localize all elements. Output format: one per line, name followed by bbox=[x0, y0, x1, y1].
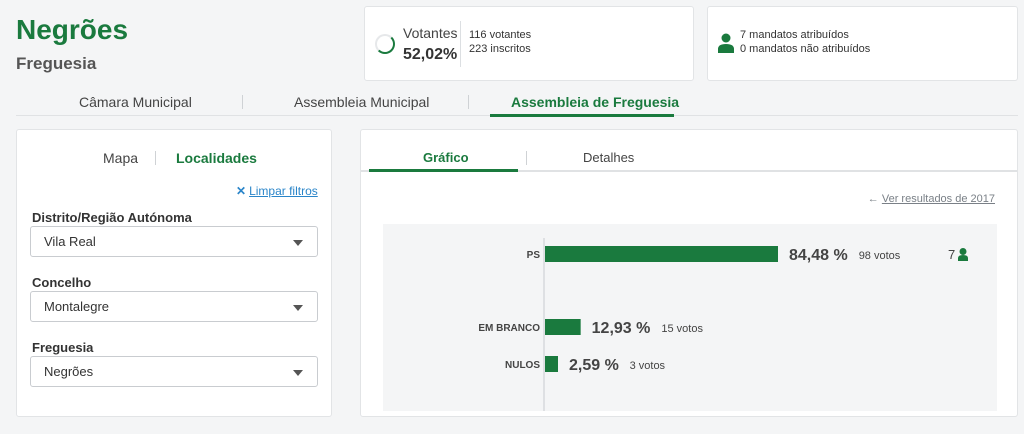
tab-camara-municipal[interactable]: Câmara Municipal bbox=[79, 94, 192, 110]
bar bbox=[545, 356, 558, 372]
votantes-count: 116 votantes bbox=[469, 29, 532, 41]
freguesia-label: Freguesia bbox=[32, 340, 94, 355]
tab-detalhes[interactable]: Detalhes bbox=[583, 150, 634, 165]
votantes-label: Votantes bbox=[403, 25, 458, 41]
distrito-label: Distrito/Região Autónoma bbox=[32, 210, 192, 225]
bar-votes-label: 3 votos bbox=[630, 360, 666, 372]
votantes-percent: 52,02% bbox=[403, 46, 458, 63]
tab-grafico[interactable]: Gráfico bbox=[423, 150, 469, 165]
previous-results-link[interactable]: ← Ver resultados de 2017 bbox=[868, 193, 995, 205]
bar-value-label: 84,48 % bbox=[789, 247, 848, 264]
tab-separator bbox=[468, 95, 469, 109]
bar-value-label: 2,59 % bbox=[569, 357, 619, 374]
arrow-left-icon: ← bbox=[867, 193, 882, 205]
mandatos-atribuidos: 7 mandatos atribuídos bbox=[740, 29, 849, 41]
tab-localidades[interactable]: Localidades bbox=[176, 150, 257, 166]
inscritos-count: 223 inscritos bbox=[469, 43, 531, 55]
page-subtitle: Freguesia bbox=[16, 54, 97, 73]
divider bbox=[460, 21, 461, 67]
main-tab-bar: Câmara Municipal Assembleia Municipal As… bbox=[16, 88, 1018, 116]
bar bbox=[545, 319, 581, 335]
clear-filters-link[interactable]: ✕ Limpar filtros bbox=[236, 184, 318, 198]
concelho-select[interactable]: Montalegre bbox=[30, 291, 318, 322]
x-icon: ✕ bbox=[236, 184, 247, 198]
bar-value-label: 12,93 % bbox=[592, 320, 651, 337]
results-panel: Gráfico Detalhes ← Ver resultados de 201… bbox=[360, 129, 1018, 417]
bar-category-label: EM BRANCO bbox=[478, 323, 540, 334]
page-title: Negrões bbox=[16, 14, 129, 45]
results-chart: PS 84,48 % 98 votos 7 EM BRANCO 12,93 % 15 vot… bbox=[383, 224, 997, 411]
concelho-value: Montalegre bbox=[44, 299, 110, 314]
tab-separator bbox=[242, 95, 243, 109]
mandatos-card: 7 mandatos atribuídos 0 mandatos não atr… bbox=[707, 6, 1018, 81]
clear-filters-label: Limpar filtros bbox=[249, 184, 318, 198]
bar-mandates-count: 7 bbox=[948, 247, 955, 262]
person-icon bbox=[958, 248, 968, 261]
active-tab-indicator bbox=[369, 169, 518, 172]
tab-separator bbox=[526, 151, 527, 165]
participation-ring-icon bbox=[375, 34, 395, 54]
active-tab-indicator bbox=[490, 114, 674, 117]
bar bbox=[545, 246, 778, 262]
distrito-value: Vila Real bbox=[44, 234, 96, 249]
caret-down-icon bbox=[293, 305, 303, 311]
freguesia-select[interactable]: Negrões bbox=[30, 356, 318, 387]
distrito-select[interactable]: Vila Real bbox=[30, 226, 318, 257]
concelho-label: Concelho bbox=[32, 275, 92, 290]
caret-down-icon bbox=[293, 240, 303, 246]
person-icon bbox=[718, 33, 734, 53]
bar-category-label: NULOS bbox=[505, 360, 540, 371]
results-chart-svg: PS 84,48 % 98 votos 7 EM BRANCO 12,93 % 15 vot… bbox=[478, 238, 968, 411]
filter-panel: Mapa Localidades ✕ Limpar filtros Distrit… bbox=[16, 129, 332, 417]
tab-separator bbox=[155, 151, 156, 165]
freguesia-value: Negrões bbox=[44, 364, 94, 379]
votantes-card: Votantes 52,02% 116 votantes 223 inscrit… bbox=[364, 6, 694, 81]
bar-votes-label: 98 votos bbox=[859, 250, 901, 262]
bar-category-label: PS bbox=[527, 250, 541, 261]
caret-down-icon bbox=[293, 370, 303, 376]
tab-assembleia-freguesia[interactable]: Assembleia de Freguesia bbox=[511, 94, 679, 110]
tab-assembleia-municipal[interactable]: Assembleia Municipal bbox=[294, 94, 429, 110]
tab-mapa[interactable]: Mapa bbox=[103, 150, 138, 166]
bar-votes-label: 15 votos bbox=[661, 323, 703, 335]
previous-results-label: Ver resultados de 2017 bbox=[881, 193, 995, 205]
mandatos-nao-atribuidos: 0 mandatos não atribuídos bbox=[740, 43, 871, 55]
